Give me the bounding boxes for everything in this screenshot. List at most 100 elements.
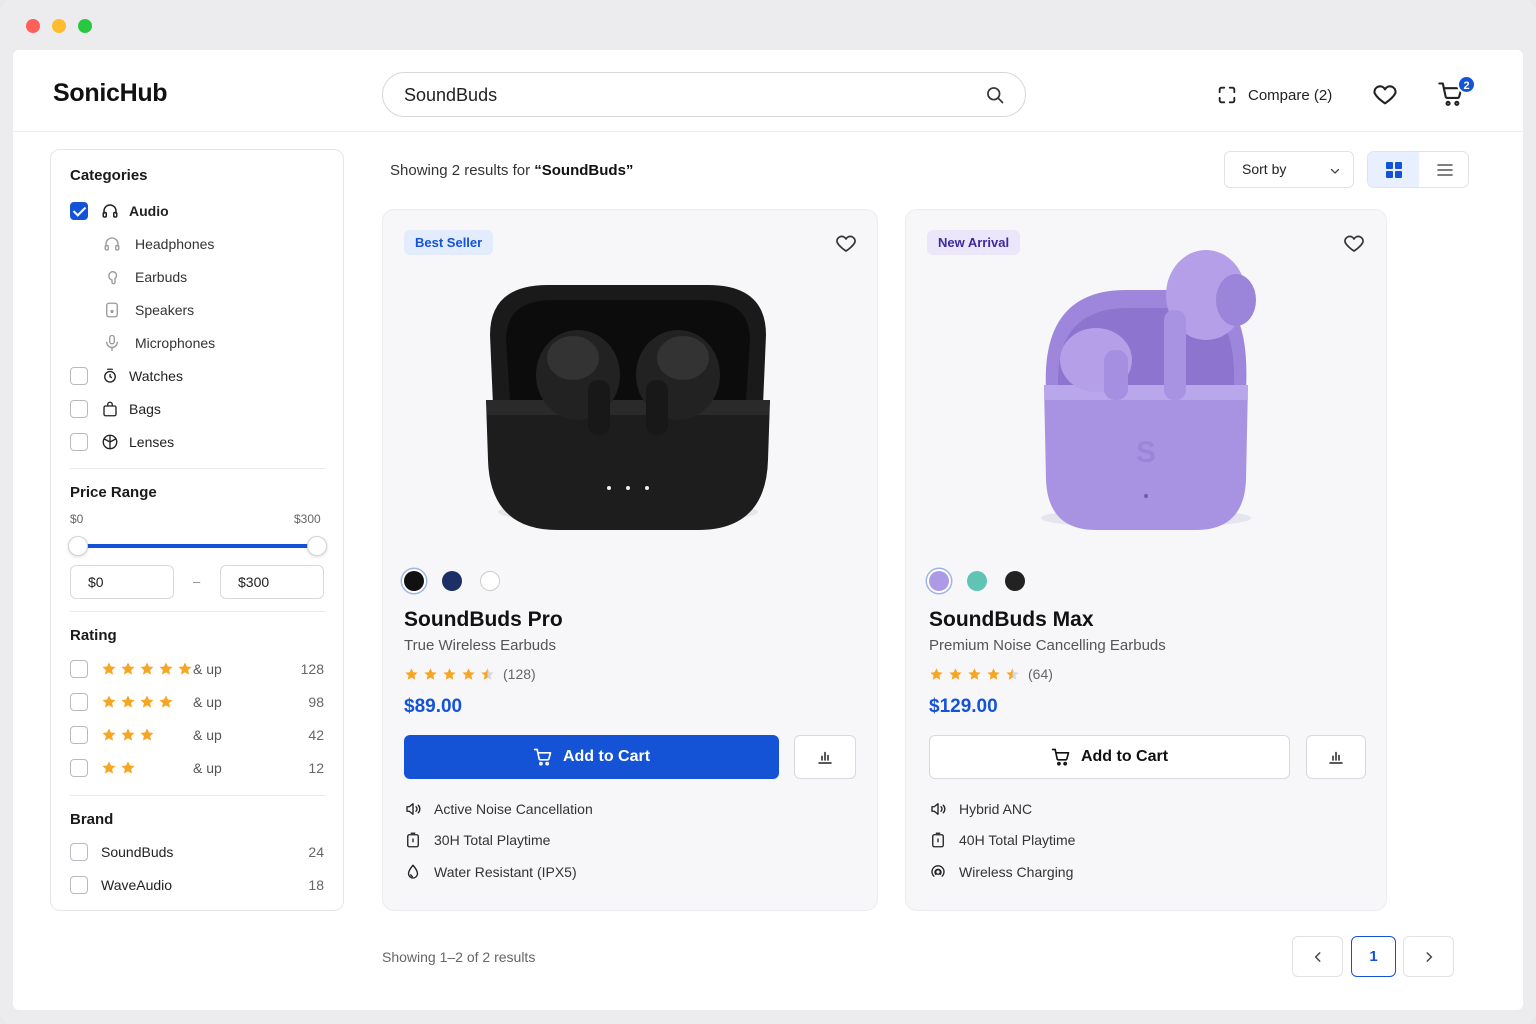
next-page-button[interactable] <box>1403 936 1454 977</box>
star-icon <box>140 695 154 708</box>
price-max-label: $300 <box>294 512 321 526</box>
lens-icon <box>102 434 118 450</box>
star-icon <box>102 662 116 675</box>
subcategory-speakers[interactable]: Speakers <box>103 299 194 321</box>
page-1-button[interactable]: 1 <box>1351 936 1396 977</box>
category-bags-checkbox[interactable] <box>70 400 88 418</box>
brand-label: SoundBuds <box>101 844 174 860</box>
rating-checkbox[interactable] <box>70 693 88 711</box>
rating-filter-2[interactable]: & up 12 <box>70 757 324 779</box>
category-lenses[interactable]: Lenses <box>70 431 174 453</box>
close-window-button[interactable] <box>26 19 40 33</box>
category-label: Watches <box>129 368 183 384</box>
star-icon <box>968 667 981 680</box>
product-feature: Active Noise Cancellation <box>404 800 593 818</box>
subcategory-earbuds[interactable]: Earbuds <box>103 266 187 288</box>
product-name[interactable]: SoundBuds Pro <box>404 608 563 632</box>
color-swatch-teal[interactable] <box>967 571 987 591</box>
water-drop-icon <box>407 864 419 879</box>
wishlist-heart-icon[interactable] <box>1371 80 1399 108</box>
noise-cancel-icon <box>406 803 421 815</box>
headphones-icon <box>102 204 118 218</box>
compare-product-button[interactable] <box>1306 735 1366 779</box>
feature-label: 30H Total Playtime <box>434 832 551 848</box>
color-swatch-lavender[interactable] <box>929 571 949 591</box>
price-min-input[interactable]: $0 <box>70 565 174 599</box>
grid-view-button[interactable] <box>1368 152 1419 187</box>
star-icon <box>424 667 437 680</box>
brand-waveaudio[interactable]: WaveAudio 18 <box>70 874 324 896</box>
title-bar <box>0 0 1536 50</box>
subcategory-microphones[interactable]: Microphones <box>103 332 215 354</box>
compare-button[interactable]: Compare (2) <box>1216 83 1332 107</box>
brand-checkbox[interactable] <box>70 843 88 861</box>
search-icon[interactable] <box>985 85 1005 105</box>
color-swatch-black[interactable] <box>1005 571 1025 591</box>
brand-checkbox[interactable] <box>70 876 88 894</box>
chevron-right-icon <box>1426 951 1432 962</box>
color-swatch-black[interactable] <box>404 571 424 591</box>
color-swatch-navy[interactable] <box>442 571 462 591</box>
category-audio-checkbox[interactable] <box>70 202 88 220</box>
heart-icon[interactable] <box>834 231 858 255</box>
search-input[interactable] <box>404 83 964 107</box>
product-feature: Wireless Charging <box>929 863 1073 881</box>
price-max-input[interactable]: $300 <box>220 565 324 599</box>
add-to-cart-label: Add to Cart <box>562 748 651 765</box>
product-feature: 30H Total Playtime <box>404 831 550 849</box>
review-count: (64) <box>1028 666 1053 682</box>
heart-icon[interactable] <box>1342 231 1366 255</box>
price-slider-min-handle[interactable] <box>68 536 88 556</box>
rating-checkbox[interactable] <box>70 726 88 744</box>
brand-soundbuds[interactable]: SoundBuds 24 <box>70 841 324 863</box>
list-view-button[interactable] <box>1419 152 1468 187</box>
add-to-cart-label: Add to Cart <box>1080 748 1169 765</box>
app-content: SonicHub Compare (2) 2 Categories Audio <box>13 50 1523 1010</box>
feature-label: Water Resistant (IPX5) <box>434 864 577 880</box>
rating-stars <box>101 760 193 776</box>
rating-filter-3[interactable]: & up 42 <box>70 724 324 746</box>
category-audio[interactable]: Audio <box>70 200 169 222</box>
rating-filter-5[interactable]: & up 128 <box>70 658 324 680</box>
product-name[interactable]: SoundBuds Max <box>929 608 1094 632</box>
product-image[interactable]: S <box>996 240 1296 540</box>
rating-filter-4[interactable]: & up 98 <box>70 691 324 713</box>
price-slider-track[interactable] <box>77 544 317 548</box>
star-icon <box>140 728 154 741</box>
subcategory-label: Speakers <box>135 302 195 318</box>
product-card[interactable]: New Arrival S SoundBuds Max Premium Nois… <box>905 209 1387 911</box>
search-bar <box>382 72 1026 117</box>
battery-icon <box>407 832 419 848</box>
price-min-label: $0 <box>70 512 84 526</box>
rating-checkbox[interactable] <box>70 759 88 777</box>
price-slider-max-handle[interactable] <box>307 536 327 556</box>
brand-count: 18 <box>308 877 324 893</box>
logo[interactable]: SonicHub <box>53 79 168 108</box>
site-header: SonicHub Compare (2) 2 <box>13 50 1523 132</box>
add-to-cart-button[interactable]: Add to Cart <box>929 735 1290 779</box>
category-watches[interactable]: Watches <box>70 365 183 387</box>
minimize-window-button[interactable] <box>52 19 66 33</box>
star-icon <box>102 695 116 708</box>
subcategory-headphones[interactable]: Headphones <box>103 233 214 255</box>
star-icon <box>405 667 418 680</box>
category-watches-checkbox[interactable] <box>70 367 88 385</box>
half-star-icon <box>1006 667 1019 680</box>
category-lenses-checkbox[interactable] <box>70 433 88 451</box>
maximize-window-button[interactable] <box>78 19 92 33</box>
bar-chart-icon <box>818 751 832 764</box>
product-image[interactable] <box>478 240 778 540</box>
compare-product-button[interactable] <box>794 735 856 779</box>
rating-label: & up <box>193 661 222 677</box>
product-card[interactable]: Best Seller SoundBuds Pro True Wireless … <box>382 209 878 911</box>
color-swatches <box>929 571 1025 591</box>
rating-checkbox[interactable] <box>70 660 88 678</box>
add-to-cart-button[interactable]: Add to Cart <box>404 735 779 779</box>
case-logo: S <box>1136 436 1156 469</box>
star-icon <box>987 667 1000 680</box>
sort-dropdown[interactable]: Sort by <box>1224 151 1354 188</box>
review-count: (128) <box>503 666 536 682</box>
color-swatch-white[interactable] <box>480 571 500 591</box>
category-bags[interactable]: Bags <box>70 398 161 420</box>
previous-page-button[interactable] <box>1292 936 1343 977</box>
